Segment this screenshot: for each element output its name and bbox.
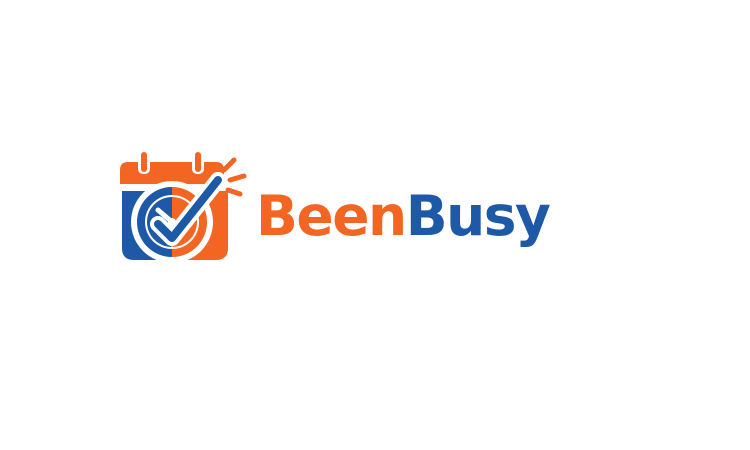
- calendar-clock-check-icon: [118, 150, 247, 263]
- burst-lines: [221, 157, 247, 197]
- wordmark-been: Been: [256, 184, 407, 248]
- logo-wordmark: BeenBusy: [256, 176, 551, 256]
- page: BeenBusy: [0, 0, 750, 450]
- wordmark-busy: Busy: [405, 184, 551, 248]
- beenbusy-logo: BeenBusy: [112, 148, 582, 266]
